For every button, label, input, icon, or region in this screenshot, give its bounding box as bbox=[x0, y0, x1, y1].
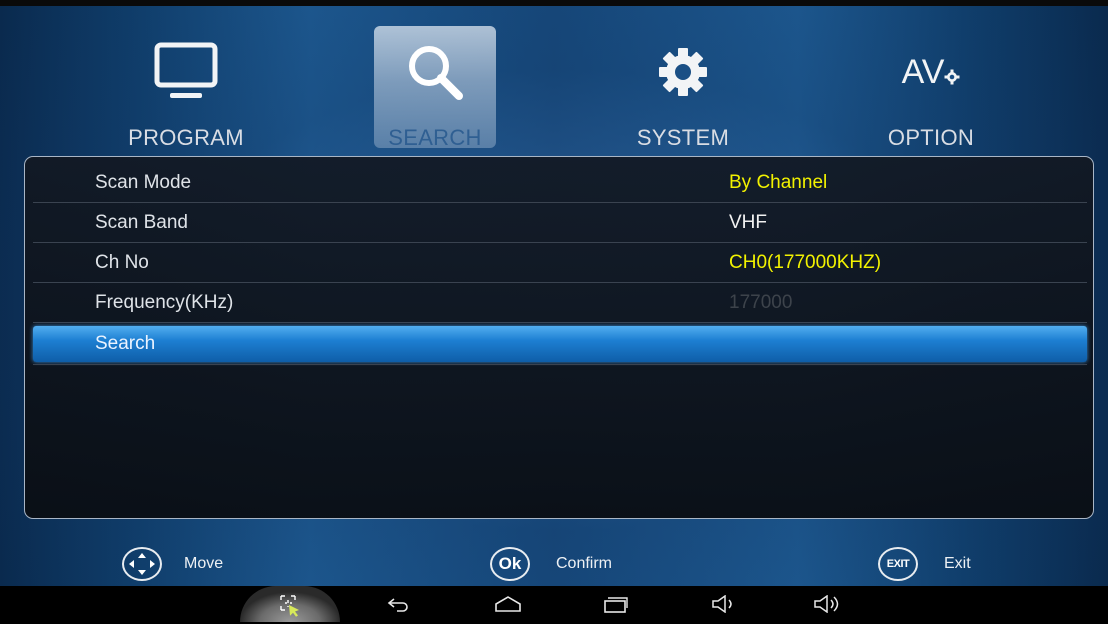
tab-label-system: SYSTEM bbox=[636, 125, 730, 150]
tv-icon bbox=[154, 42, 218, 102]
row-value: 177000 bbox=[729, 292, 793, 313]
row-value: By Channel bbox=[729, 172, 828, 193]
row-label: Frequency(KHz) bbox=[95, 292, 234, 313]
hint-confirm: Ok Confirm bbox=[490, 547, 612, 581]
tab-label-program: PROGRAM bbox=[128, 125, 244, 150]
row-label: Scan Band bbox=[95, 212, 188, 233]
android-nav-bar bbox=[0, 586, 1108, 622]
divider bbox=[33, 364, 1087, 365]
tab-label-option: OPTION bbox=[887, 125, 975, 150]
tab-program[interactable]: PROGRAM bbox=[125, 22, 247, 152]
ok-icon: Ok bbox=[490, 547, 530, 581]
row-ch-no[interactable]: Ch No CH0(177000KHZ) bbox=[33, 243, 1087, 283]
dpad-icon bbox=[122, 547, 162, 581]
search-settings-panel: Scan Mode By Channel Scan Band VHF Ch No… bbox=[24, 156, 1094, 519]
exit-icon: EXIT bbox=[878, 547, 918, 581]
home-icon[interactable] bbox=[488, 586, 528, 622]
cursor-icon[interactable] bbox=[272, 588, 308, 624]
row-scan-mode[interactable]: Scan Mode By Channel bbox=[33, 163, 1087, 203]
recent-apps-icon[interactable] bbox=[596, 586, 636, 622]
tab-search[interactable]: SEARCH bbox=[374, 22, 496, 152]
volume-up-icon[interactable] bbox=[808, 586, 848, 622]
hint-label: Move bbox=[184, 555, 224, 572]
tab-system[interactable]: SYSTEM bbox=[622, 22, 744, 152]
hint-label: Exit bbox=[944, 555, 971, 572]
tab-option[interactable]: AV OPTION bbox=[870, 22, 992, 152]
row-value: VHF bbox=[729, 212, 767, 233]
row-frequency[interactable]: Frequency(KHz) 177000 bbox=[33, 283, 1087, 323]
row-value: CH0(177000KHZ) bbox=[729, 252, 882, 273]
hint-label: Confirm bbox=[556, 555, 613, 572]
row-scan-band[interactable]: Scan Band VHF bbox=[33, 203, 1087, 243]
hint-exit: EXIT Exit bbox=[878, 547, 971, 581]
av-settings-icon: AV bbox=[902, 42, 961, 102]
tab-label-search: SEARCH bbox=[388, 125, 482, 150]
hint-move: Move bbox=[122, 547, 223, 581]
row-label: Scan Mode bbox=[95, 172, 192, 193]
tv-search-screen: PROGRAM SEARCH SYSTEM AV OPTION Scan Mod… bbox=[0, 0, 1108, 586]
back-icon[interactable] bbox=[378, 586, 418, 622]
row-label: Search bbox=[95, 333, 156, 354]
gear-icon bbox=[653, 42, 713, 102]
search-icon bbox=[403, 42, 467, 102]
row-label: Ch No bbox=[95, 252, 149, 273]
row-search-button[interactable]: Search bbox=[33, 326, 1087, 362]
volume-down-icon[interactable] bbox=[704, 586, 744, 622]
